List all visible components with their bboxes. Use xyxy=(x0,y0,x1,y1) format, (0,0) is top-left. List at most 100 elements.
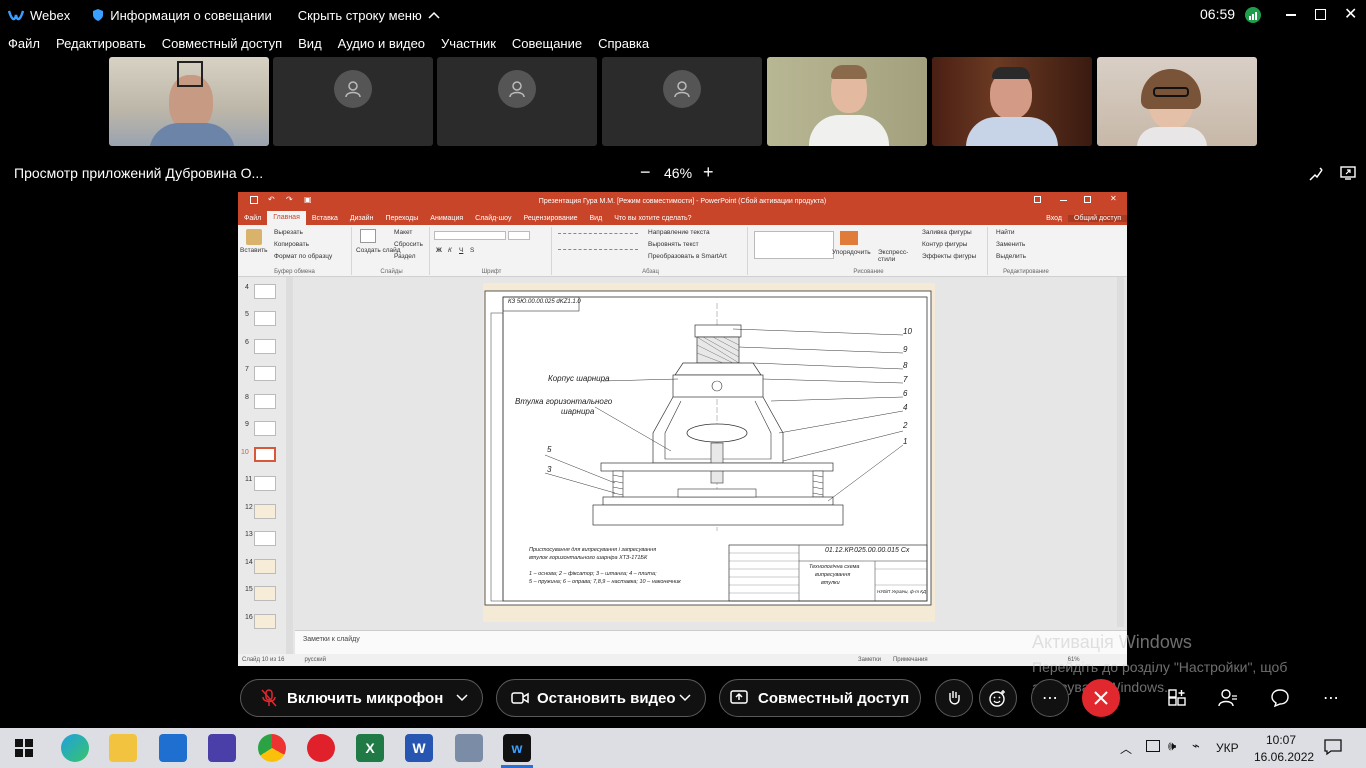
slide-thumbnail[interactable] xyxy=(254,559,276,574)
ribbon-display-icon[interactable] xyxy=(1034,196,1041,203)
participant-avatar-tile[interactable] xyxy=(602,57,762,146)
chrome-icon[interactable] xyxy=(258,734,286,762)
mute-button[interactable]: Включить микрофон xyxy=(240,679,483,717)
new-slide-icon[interactable] xyxy=(360,229,376,243)
text-direction-button[interactable]: Направление текста xyxy=(648,229,710,236)
menu-help[interactable]: Справка xyxy=(598,36,649,51)
meeting-info-button[interactable]: Информация о совещании xyxy=(92,8,272,23)
slide-scrollbar[interactable] xyxy=(1117,277,1124,627)
tab-file[interactable]: Файл xyxy=(238,215,267,222)
list-buttons[interactable] xyxy=(558,233,638,234)
underline-button[interactable]: Ч xyxy=(459,247,463,254)
tab-slideshow[interactable]: Слайд-шоу xyxy=(469,215,517,222)
pop-out-icon[interactable] xyxy=(1340,165,1356,181)
shape-effects-button[interactable]: Эффекты фигуры xyxy=(922,253,976,260)
menu-file[interactable]: Файл xyxy=(8,36,40,51)
participant-avatar-tile[interactable] xyxy=(273,57,433,146)
ppt-share-button[interactable]: Общий доступ xyxy=(1067,214,1127,222)
tab-insert[interactable]: Вставка xyxy=(306,215,344,222)
participant-avatar-tile[interactable] xyxy=(437,57,597,146)
chevron-down-icon[interactable] xyxy=(679,694,691,702)
word-icon[interactable]: W xyxy=(405,734,433,762)
slideshow-icon[interactable]: ▣ xyxy=(304,195,312,204)
slide-thumbnail[interactable] xyxy=(254,476,276,491)
font-size-select[interactable] xyxy=(508,231,530,240)
raise-hand-button[interactable] xyxy=(935,679,973,717)
paste-icon[interactable] xyxy=(246,229,262,245)
apps-button[interactable] xyxy=(1165,686,1189,710)
restore-icon[interactable] xyxy=(1315,9,1326,20)
section-button[interactable]: Раздел xyxy=(394,253,415,260)
leave-meeting-button[interactable] xyxy=(1082,679,1120,717)
webex-taskbar-icon[interactable]: w xyxy=(503,734,531,762)
mail-icon[interactable] xyxy=(159,734,187,762)
minimize-icon[interactable] xyxy=(1286,14,1296,16)
menu-view[interactable]: Вид xyxy=(298,36,322,51)
notifications-icon[interactable] xyxy=(1324,738,1342,756)
signin-link[interactable]: Вход xyxy=(1040,215,1068,222)
taskbar-time[interactable]: 10:07 xyxy=(1266,733,1296,747)
paste-button[interactable]: Вставить xyxy=(240,247,268,254)
save-app-icon[interactable] xyxy=(208,734,236,762)
tab-review[interactable]: Рецензирование xyxy=(517,215,583,222)
tray-app-icon[interactable] xyxy=(1146,740,1160,752)
slide-thumbnail[interactable] xyxy=(254,586,276,601)
slide-thumbnail[interactable] xyxy=(254,366,276,381)
slide-thumbnail[interactable] xyxy=(254,311,276,326)
menu-audio-video[interactable]: Аудио и видео xyxy=(338,36,425,51)
quick-styles-button[interactable]: Экспресс-стили xyxy=(878,249,914,263)
copy-button[interactable]: Копировать xyxy=(274,241,309,248)
cut-button[interactable]: Вырезать xyxy=(274,229,303,236)
find-button[interactable]: Найти xyxy=(996,229,1015,236)
slide-thumbnail[interactable] xyxy=(254,421,276,436)
tab-home[interactable]: Главная xyxy=(267,211,306,225)
more-panels-button[interactable]: ⋯ xyxy=(1319,686,1343,710)
notes-pane[interactable]: Заметки к слайду xyxy=(295,630,1127,654)
network-icon[interactable]: ⌁ xyxy=(1192,738,1200,754)
alignment-buttons[interactable] xyxy=(558,249,638,250)
taskbar-date[interactable]: 16.06.2022 xyxy=(1254,750,1314,764)
volume-icon[interactable]: 🕪 xyxy=(1168,738,1176,754)
ppt-minimize-icon[interactable] xyxy=(1060,200,1067,201)
tab-design[interactable]: Дизайн xyxy=(344,215,380,222)
format-painter-button[interactable]: Формат по образцу xyxy=(274,253,332,260)
ppt-maximize-icon[interactable] xyxy=(1084,196,1091,203)
windows-start-icon[interactable] xyxy=(10,734,38,762)
slide-thumbnail[interactable] xyxy=(254,531,276,546)
language-indicator[interactable]: русский xyxy=(304,657,326,663)
hide-menu-button[interactable]: Скрыть строку меню xyxy=(298,8,440,23)
ppt-close-icon[interactable]: ✕ xyxy=(1110,194,1117,203)
arrange-button[interactable]: Упорядочить xyxy=(832,249,871,256)
participants-button[interactable] xyxy=(1216,686,1240,710)
layout-button[interactable]: Макет xyxy=(394,229,412,236)
participant-video-tile[interactable] xyxy=(1097,57,1257,146)
redo-icon[interactable]: ↷ xyxy=(286,195,293,204)
menu-share[interactable]: Совместный доступ xyxy=(162,36,282,51)
network-quality-icon[interactable] xyxy=(1245,7,1261,23)
opera-icon[interactable] xyxy=(307,734,335,762)
language-indicator[interactable]: УКР xyxy=(1216,741,1239,755)
edge-icon[interactable] xyxy=(61,734,89,762)
menu-meeting[interactable]: Совещание xyxy=(512,36,582,51)
shape-outline-button[interactable]: Контур фигуры xyxy=(922,241,967,248)
share-button[interactable]: Совместный доступ xyxy=(719,679,921,717)
zoom-out-button[interactable]: − xyxy=(640,162,651,183)
file-explorer-icon[interactable] xyxy=(109,734,137,762)
select-button[interactable]: Выделить xyxy=(996,253,1026,260)
annotate-icon[interactable] xyxy=(1308,166,1324,182)
font-family-select[interactable] xyxy=(434,231,506,240)
menu-edit[interactable]: Редактировать xyxy=(56,36,146,51)
save-icon[interactable] xyxy=(250,196,258,204)
slide-thumbnail[interactable] xyxy=(254,614,276,629)
slide-thumbnail-selected[interactable] xyxy=(254,447,276,462)
thumbnails-scrollbar[interactable] xyxy=(286,277,293,654)
align-text-button[interactable]: Выровнять текст xyxy=(648,241,699,248)
participant-video-tile[interactable] xyxy=(109,57,269,146)
replace-button[interactable]: Заменить xyxy=(996,241,1025,248)
participant-video-tile[interactable] xyxy=(932,57,1092,146)
tray-chevron-up-icon[interactable]: ︿ xyxy=(1120,740,1132,757)
shape-fill-button[interactable]: Заливка фигуры xyxy=(922,229,972,236)
shadow-button[interactable]: S xyxy=(470,247,474,254)
undo-icon[interactable]: ↶ xyxy=(268,195,275,204)
slide-thumbnail[interactable] xyxy=(254,504,276,519)
